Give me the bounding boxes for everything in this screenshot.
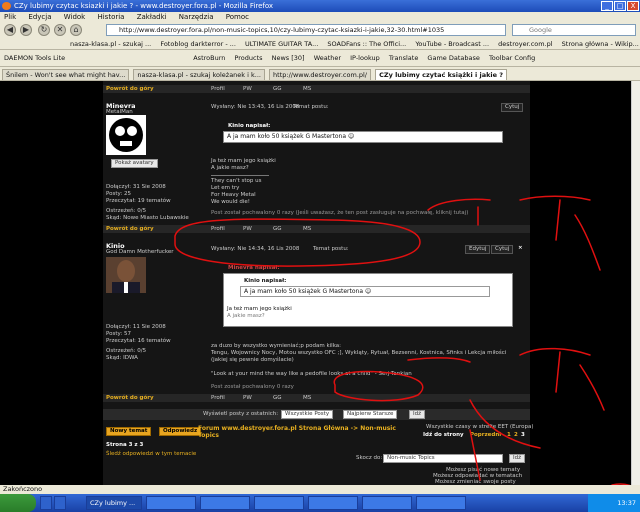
taskbar-task[interactable] xyxy=(416,496,466,510)
taskbar-task[interactable] xyxy=(308,496,358,510)
taskbar-task[interactable] xyxy=(362,496,412,510)
taskbar-task[interactable] xyxy=(146,496,196,510)
status-bar: Zakończono xyxy=(0,485,640,494)
taskbar-task[interactable] xyxy=(254,496,304,510)
taskbar-task[interactable] xyxy=(200,496,250,510)
taskbar-firefox[interactable]: CZy lubimy ... xyxy=(86,496,142,510)
red-annotation-overlay xyxy=(138,195,640,507)
start-button[interactable] xyxy=(0,494,36,512)
taskbar: CZy lubimy ... 13:37 xyxy=(0,494,640,512)
quicklaunch-icon[interactable] xyxy=(40,496,52,510)
quicklaunch-icon[interactable] xyxy=(54,496,66,510)
system-tray: 13:37 xyxy=(588,494,640,512)
clock[interactable]: 13:37 xyxy=(617,499,636,507)
